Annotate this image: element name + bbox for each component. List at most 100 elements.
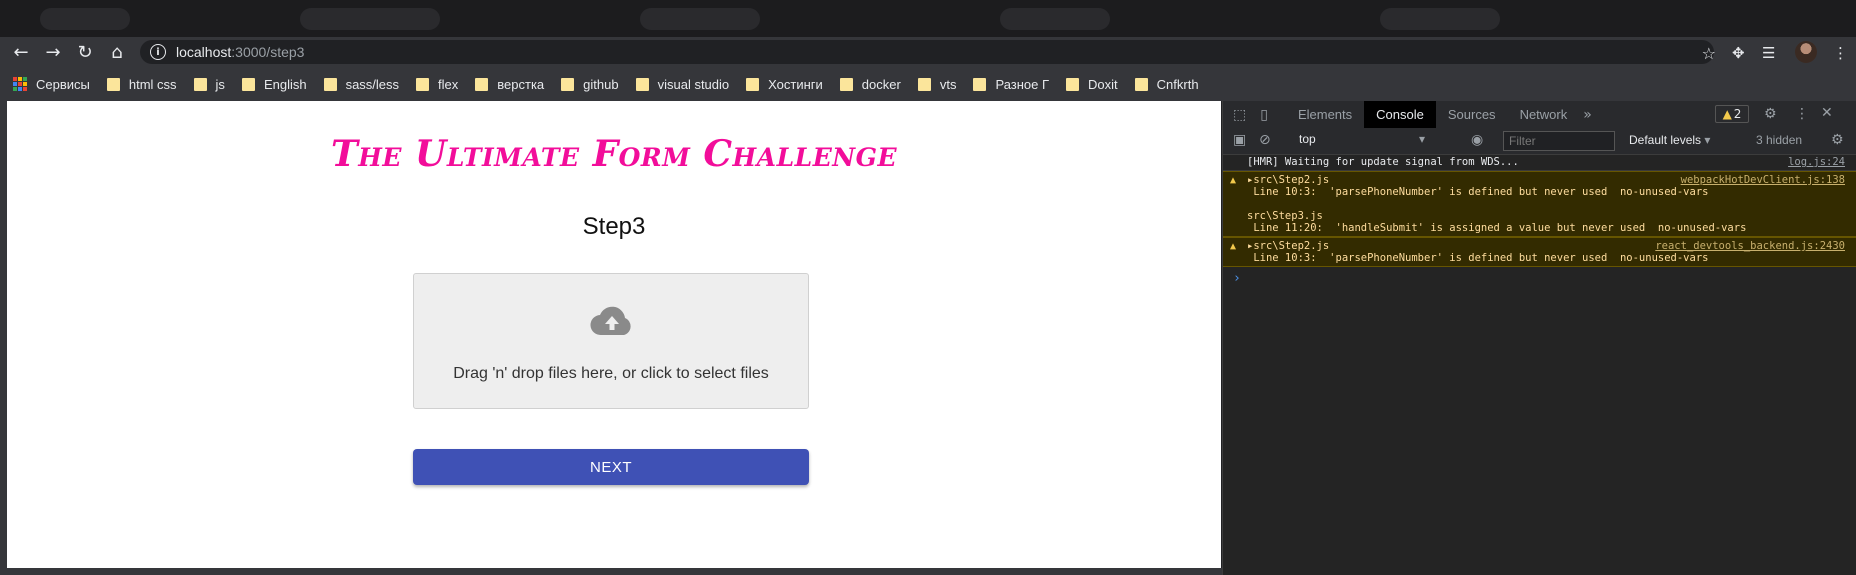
- devtools-tab[interactable]: Elements: [1286, 101, 1364, 128]
- tab-placeholder[interactable]: [640, 8, 760, 30]
- folder-icon: [193, 77, 207, 91]
- levels-select[interactable]: Default levels ▾: [1629, 133, 1710, 147]
- console-settings-icon[interactable]: ⚙: [1831, 132, 1844, 148]
- bookmark-item[interactable]: Разное Г: [973, 77, 1049, 92]
- bookmark-item[interactable]: English: [241, 77, 307, 92]
- bookmark-item[interactable]: Doxit: [1066, 77, 1118, 92]
- devtools-tab[interactable]: Console: [1364, 101, 1436, 128]
- folder-icon: [1134, 77, 1148, 91]
- close-icon[interactable]: ✕: [1821, 105, 1833, 121]
- bookmark-item[interactable]: верстка: [475, 77, 544, 92]
- message-source-link[interactable]: react_devtools_backend.js:2430: [1655, 240, 1845, 252]
- warning-count: 2: [1733, 107, 1742, 121]
- bookmark-label: flex: [438, 76, 459, 92]
- devtools-menu-icon[interactable]: ⋮: [1795, 106, 1809, 122]
- chevron-down-icon: ▾: [1418, 132, 1425, 146]
- inspect-icon[interactable]: ⬚: [1233, 107, 1246, 123]
- tab-placeholder[interactable]: [1000, 8, 1110, 30]
- extensions-icon[interactable]: ✥: [1732, 44, 1745, 62]
- bookmark-item[interactable]: js: [193, 76, 225, 92]
- info-icon[interactable]: i: [150, 44, 166, 60]
- bookmark-item[interactable]: Cnfkrth: [1134, 77, 1199, 92]
- bookmark-label: sass/less: [345, 76, 400, 92]
- reload-icon[interactable]: ↻: [69, 37, 101, 67]
- forward-icon[interactable]: →: [37, 37, 69, 67]
- bookmark-item[interactable]: html css: [106, 77, 177, 92]
- folder-icon: [746, 77, 760, 91]
- tab-placeholder[interactable]: [1380, 8, 1500, 30]
- reading-list-icon[interactable]: ☰: [1762, 44, 1775, 62]
- bookmark-item[interactable]: flex: [416, 77, 458, 92]
- folder-icon: [561, 77, 575, 91]
- console-prompt[interactable]: ›: [1223, 267, 1856, 290]
- folder-icon: [475, 77, 489, 91]
- url-text[interactable]: localhost:3000/step3: [176, 44, 304, 60]
- devtools-tab-list: Elements Console Sources Network: [1286, 101, 1579, 128]
- warning-badge[interactable]: ▲ 2: [1715, 105, 1749, 123]
- folder-icon: [323, 77, 337, 91]
- hidden-count: 3 hidden: [1756, 133, 1803, 147]
- clear-console-icon[interactable]: ⊘: [1259, 132, 1271, 148]
- dropzone-text: Drag 'n' drop files here, or click to se…: [453, 365, 769, 382]
- bookmark-item[interactable]: visual studio: [635, 77, 729, 92]
- chevron-down-icon: ▾: [1704, 133, 1711, 147]
- folder-icon: [839, 77, 853, 91]
- filter-input[interactable]: Filter: [1503, 131, 1615, 151]
- folder-icon: [973, 77, 987, 91]
- bookmark-item[interactable]: sass/less: [323, 76, 400, 92]
- file-dropzone[interactable]: Drag 'n' drop files here, or click to se…: [413, 273, 809, 409]
- message-source-link[interactable]: log.js:24: [1788, 156, 1845, 168]
- levels-value: Default levels: [1629, 133, 1702, 147]
- warning-icon: ▲: [1722, 107, 1732, 121]
- context-select[interactable]: top ▾: [1299, 132, 1425, 150]
- page-viewport: The Ultimate Form Challenge Step3 Drag '…: [7, 101, 1221, 568]
- folder-icon: [1066, 77, 1080, 91]
- folder-icon: [106, 77, 120, 91]
- console-filter-bar: ▣ ⊘ top ▾ ◉ Filter Default levels ▾ 3 hid…: [1223, 128, 1856, 155]
- bookmark-item[interactable]: docker: [839, 77, 901, 92]
- avatar[interactable]: [1795, 41, 1817, 63]
- eye-icon[interactable]: ◉: [1471, 132, 1483, 148]
- devtools-tab[interactable]: Network: [1508, 101, 1580, 128]
- warning-icon: ▲: [1230, 241, 1237, 252]
- step-title: Step3: [582, 213, 646, 240]
- bookmark-label: Разное Г: [995, 76, 1050, 92]
- page-title: The Ultimate Form Challenge: [330, 133, 898, 175]
- window-edge: [0, 568, 1222, 575]
- address-bar[interactable]: i localhost:3000/step3: [140, 40, 1714, 64]
- bookmarks-bar: Сервисы html css js English sass/less flex вер…: [0, 67, 1856, 101]
- settings-icon[interactable]: ⚙: [1764, 106, 1777, 122]
- url-host: localhost: [176, 44, 232, 60]
- bookmark-label: Хостинги: [768, 76, 823, 92]
- back-icon[interactable]: ←: [5, 37, 37, 67]
- bookmark-star-icon[interactable]: ☆: [1702, 44, 1716, 63]
- home-icon[interactable]: ⌂: [101, 37, 133, 67]
- menu-icon[interactable]: ⋮: [1833, 44, 1848, 62]
- console-message[interactable]: [HMR] Waiting for update signal from WDS…: [1223, 154, 1856, 171]
- tab-strip: [0, 0, 1856, 37]
- devtools-tabbar: ⬚ ▯ Elements Console Sources Network » ▲ 2 ⚙…: [1223, 101, 1856, 129]
- message-text: ▸src\Step2.js Line 10:3: 'parsePhoneNumb…: [1247, 174, 1747, 234]
- bookmark-label: js: [215, 76, 225, 92]
- bookmark-label: Сервисы: [36, 76, 90, 92]
- message-text: ▸src\Step2.js Line 10:3: 'parsePhoneNumb…: [1247, 240, 1709, 264]
- bookmark-item[interactable]: Хостинги: [746, 77, 823, 92]
- console-warning[interactable]: ▲ ▸src\Step2.js Line 10:3: 'parsePhoneNum…: [1223, 237, 1856, 267]
- bookmark-item[interactable]: github: [561, 76, 619, 92]
- folder-icon: [917, 77, 931, 91]
- device-toolbar-icon[interactable]: ▯: [1260, 107, 1268, 123]
- folder-icon: [416, 77, 430, 91]
- url-path: :3000/step3: [231, 44, 305, 60]
- tab-placeholder[interactable]: [40, 8, 130, 30]
- console-warning[interactable]: ▲ ▸src\Step2.js Line 10:3: 'parsePhoneNum…: [1223, 171, 1856, 237]
- sidebar-toggle-icon[interactable]: ▣: [1233, 132, 1246, 148]
- message-source-link[interactable]: webpackHotDevClient.js:138: [1681, 174, 1845, 186]
- bookmark-label: github: [583, 76, 619, 92]
- devtools-tab[interactable]: Sources: [1436, 101, 1508, 128]
- window-edge: [0, 101, 7, 575]
- next-button[interactable]: NEXT: [413, 449, 809, 485]
- bookmark-item[interactable]: Сервисы: [13, 77, 90, 92]
- bookmark-item[interactable]: vts: [917, 77, 956, 92]
- more-tabs-icon[interactable]: »: [1583, 107, 1592, 123]
- tab-placeholder[interactable]: [300, 8, 440, 30]
